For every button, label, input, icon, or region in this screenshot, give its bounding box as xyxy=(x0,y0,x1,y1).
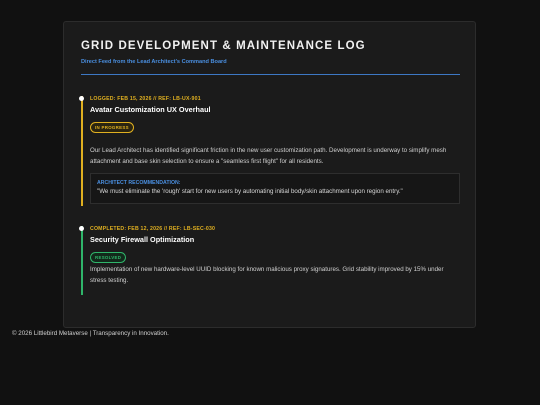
entry-meta: COMPLETED: FEB 12, 2026 // REF: LB-SEC-0… xyxy=(90,226,216,232)
entry-meta: LOGGED: FEB 15, 2026 // REF: LB-UX-901 xyxy=(90,96,201,102)
page-title: GRID DEVELOPMENT & MAINTENANCE LOG xyxy=(81,40,366,52)
entry-body: Our Lead Architect has identified signif… xyxy=(90,147,447,165)
entry-title: Avatar Customization UX Overhaul xyxy=(90,105,211,114)
timeline-bar xyxy=(81,96,83,206)
footer-text: © 2026 Littlebird Metaverse | Transparen… xyxy=(12,330,169,337)
entry-body: Implementation of new hardware-level UUI… xyxy=(90,266,444,284)
timeline-dot xyxy=(79,226,84,231)
timeline-bar xyxy=(81,226,83,295)
recommendation-label: ARCHITECT RECOMMENDATION: xyxy=(97,180,181,186)
timeline-dot xyxy=(79,96,84,101)
log-entry-security-firewall: COMPLETED: FEB 12, 2026 // REF: LB-SEC-0… xyxy=(79,226,460,295)
architect-recommendation: ARCHITECT RECOMMENDATION: "We must elimi… xyxy=(90,173,460,204)
recommendation-text: "We must eliminate the 'rough' start for… xyxy=(97,188,403,195)
page-subtitle: Direct Feed from the Lead Architect's Co… xyxy=(81,59,227,65)
status-badge: IN PROGRESS xyxy=(90,122,134,133)
status-badge: RESOLVED xyxy=(90,252,127,263)
log-panel: GRID DEVELOPMENT & MAINTENANCE LOG Direc… xyxy=(63,21,476,328)
log-entry-avatar-ux: LOGGED: FEB 15, 2026 // REF: LB-UX-901 A… xyxy=(79,96,460,206)
header-divider xyxy=(81,74,460,75)
entry-title: Security Firewall Optimization xyxy=(90,235,195,244)
